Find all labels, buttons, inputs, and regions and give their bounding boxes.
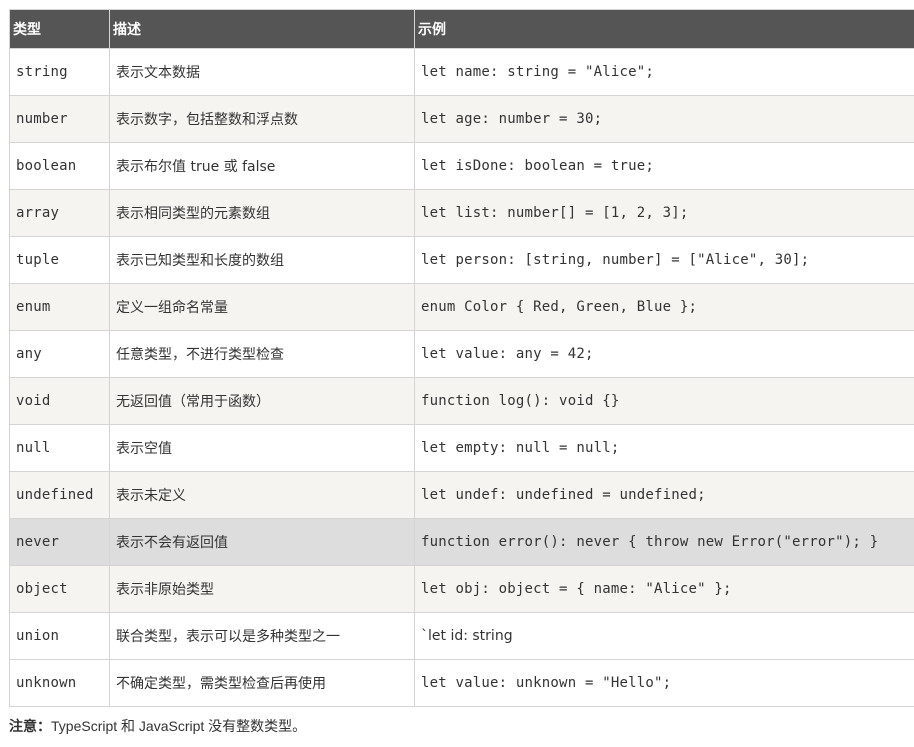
type-cell: any: [9, 330, 110, 378]
description-cell: 表示数字，包括整数和浮点数: [109, 95, 415, 143]
example-cell: let value: any = 42;: [414, 330, 914, 378]
description-cell: 表示相同类型的元素数组: [109, 189, 415, 237]
table-row: array 表示相同类型的元素数组 let list: number[] = […: [9, 189, 914, 237]
header-type: 类型: [9, 9, 110, 49]
description-cell: 表示空值: [109, 424, 415, 472]
note: 注意：TypeScript 和 JavaScript 没有整数类型。: [9, 716, 306, 736]
example-cell: let person: [string, number] = ["Alice",…: [414, 236, 914, 284]
description-cell: 任意类型，不进行类型检查: [109, 330, 415, 378]
description-cell: 不确定类型，需类型检查后再使用: [109, 659, 415, 707]
description-cell: 表示非原始类型: [109, 565, 415, 613]
description-cell: 表示文本数据: [109, 48, 415, 96]
type-cell: array: [9, 189, 110, 237]
example-cell: function log(): void {}: [414, 377, 914, 425]
table-row: unknown 不确定类型，需类型检查后再使用 let value: unkno…: [9, 659, 914, 707]
type-cell: undefined: [9, 471, 110, 519]
type-cell: enum: [9, 283, 110, 331]
example-cell: function error(): never { throw new Erro…: [414, 518, 914, 566]
table-row: number 表示数字，包括整数和浮点数 let age: number = 3…: [9, 95, 914, 143]
table-row: boolean 表示布尔值 true 或 false let isDone: b…: [9, 142, 914, 190]
description-cell: 定义一组命名常量: [109, 283, 415, 331]
example-cell: let age: number = 30;: [414, 95, 914, 143]
type-cell: null: [9, 424, 110, 472]
description-cell: 表示布尔值 true 或 false: [109, 142, 415, 190]
example-cell: let isDone: boolean = true;: [414, 142, 914, 190]
description-cell: 表示已知类型和长度的数组: [109, 236, 415, 284]
example-cell: `let id: string: [414, 612, 914, 660]
description-cell: 无返回值（常用于函数）: [109, 377, 415, 425]
header-description: 描述: [109, 9, 415, 49]
example-cell: let obj: object = { name: "Alice" };: [414, 565, 914, 613]
table-row: tuple 表示已知类型和长度的数组 let person: [string, …: [9, 236, 914, 284]
type-cell: boolean: [9, 142, 110, 190]
type-cell: tuple: [9, 236, 110, 284]
table-row: any 任意类型，不进行类型检查 let value: any = 42;: [9, 330, 914, 378]
header-example: 示例: [414, 9, 914, 49]
note-label: 注意：: [9, 718, 51, 734]
table-row-highlighted: never 表示不会有返回值 function error(): never {…: [9, 518, 914, 566]
type-cell: string: [9, 48, 110, 96]
description-cell: 表示不会有返回值: [109, 518, 415, 566]
example-cell: let value: unknown = "Hello";: [414, 659, 914, 707]
types-table: 类型 描述 示例 string 表示文本数据 let name: string …: [9, 9, 914, 707]
example-cell: let empty: null = null;: [414, 424, 914, 472]
description-cell: 表示未定义: [109, 471, 415, 519]
type-cell: unknown: [9, 659, 110, 707]
table-row: void 无返回值（常用于函数） function log(): void {}: [9, 377, 914, 425]
note-text: TypeScript 和 JavaScript 没有整数类型。: [51, 718, 307, 734]
type-cell: never: [9, 518, 110, 566]
type-cell: object: [9, 565, 110, 613]
type-cell: void: [9, 377, 110, 425]
table-header-row: 类型 描述 示例: [9, 9, 914, 49]
type-cell: number: [9, 95, 110, 143]
example-cell: enum Color { Red, Green, Blue };: [414, 283, 914, 331]
description-cell: 联合类型，表示可以是多种类型之一: [109, 612, 415, 660]
example-cell: let list: number[] = [1, 2, 3];: [414, 189, 914, 237]
example-cell: let undef: undefined = undefined;: [414, 471, 914, 519]
table-row: undefined 表示未定义 let undef: undefined = u…: [9, 471, 914, 519]
table-row: null 表示空值 let empty: null = null;: [9, 424, 914, 472]
table-row: string 表示文本数据 let name: string = "Alice"…: [9, 48, 914, 96]
table-row: union 联合类型，表示可以是多种类型之一 `let id: string: [9, 612, 914, 660]
type-cell: union: [9, 612, 110, 660]
table-row: enum 定义一组命名常量 enum Color { Red, Green, B…: [9, 283, 914, 331]
table-row: object 表示非原始类型 let obj: object = { name:…: [9, 565, 914, 613]
example-cell: let name: string = "Alice";: [414, 48, 914, 96]
